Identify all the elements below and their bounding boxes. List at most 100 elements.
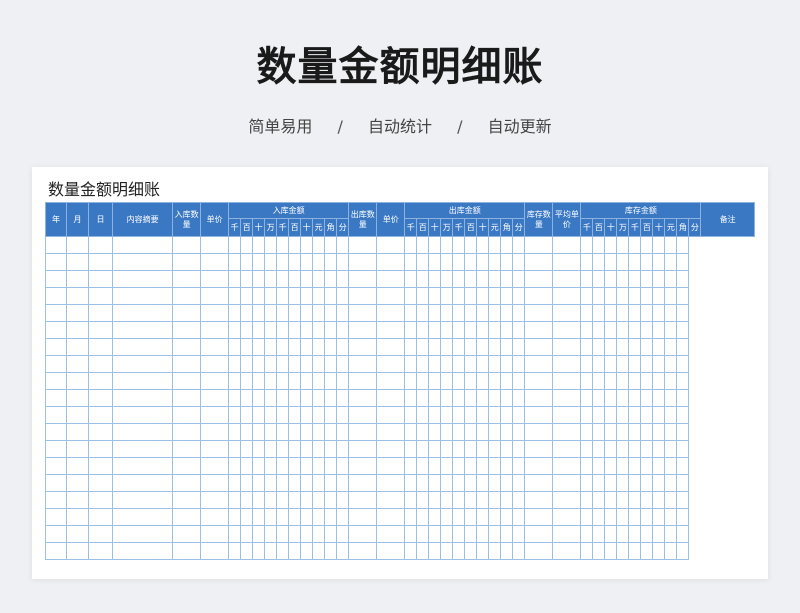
table-cell[interactable] [476, 236, 490, 254]
table-cell[interactable] [66, 542, 90, 560]
table-cell[interactable] [652, 355, 666, 373]
table-cell[interactable] [112, 525, 174, 543]
table-cell[interactable] [300, 236, 314, 254]
table-cell[interactable] [404, 474, 418, 492]
table-cell[interactable] [464, 508, 478, 526]
table-cell[interactable] [228, 355, 242, 373]
table-cell[interactable] [276, 355, 290, 373]
table-cell[interactable] [524, 338, 554, 356]
table-cell[interactable] [336, 474, 350, 492]
table-cell[interactable] [488, 236, 502, 254]
table-cell[interactable] [488, 321, 502, 339]
table-cell[interactable] [628, 236, 642, 254]
table-cell[interactable] [664, 372, 678, 390]
table-cell[interactable] [640, 287, 654, 305]
table-cell[interactable] [676, 270, 690, 288]
table-cell[interactable] [416, 457, 430, 475]
table-cell[interactable] [464, 253, 478, 271]
table-cell[interactable] [664, 474, 678, 492]
table-cell[interactable] [616, 372, 630, 390]
table-cell[interactable] [676, 474, 690, 492]
table-cell[interactable] [336, 542, 350, 560]
table-cell[interactable] [592, 542, 606, 560]
table-cell[interactable] [488, 338, 502, 356]
table-cell[interactable] [228, 304, 242, 322]
table-cell[interactable] [404, 287, 418, 305]
table-cell[interactable] [252, 457, 266, 475]
table-cell[interactable] [524, 304, 554, 322]
table-cell[interactable] [464, 440, 478, 458]
table-cell[interactable] [252, 423, 266, 441]
table-cell[interactable] [264, 457, 278, 475]
table-cell[interactable] [604, 372, 618, 390]
table-cell[interactable] [628, 372, 642, 390]
table-cell[interactable] [264, 406, 278, 424]
table-cell[interactable] [628, 440, 642, 458]
table-cell[interactable] [512, 372, 526, 390]
table-cell[interactable] [524, 406, 554, 424]
table-cell[interactable] [44, 287, 68, 305]
table-cell[interactable] [376, 372, 406, 390]
table-cell[interactable] [488, 508, 502, 526]
table-cell[interactable] [616, 389, 630, 407]
table-cell[interactable] [66, 304, 90, 322]
table-cell[interactable] [676, 440, 690, 458]
table-cell[interactable] [252, 355, 266, 373]
table-cell[interactable] [252, 372, 266, 390]
table-cell[interactable] [376, 287, 406, 305]
table-cell[interactable] [416, 355, 430, 373]
table-cell[interactable] [428, 270, 442, 288]
table-cell[interactable] [240, 236, 254, 254]
table-cell[interactable] [44, 304, 68, 322]
table-cell[interactable] [476, 355, 490, 373]
table-cell[interactable] [592, 253, 606, 271]
table-cell[interactable] [604, 525, 618, 543]
table-cell[interactable] [404, 457, 418, 475]
table-cell[interactable] [552, 440, 582, 458]
table-cell[interactable] [336, 253, 350, 271]
table-cell[interactable] [376, 525, 406, 543]
table-cell[interactable] [616, 253, 630, 271]
table-cell[interactable] [428, 508, 442, 526]
table-cell[interactable] [172, 287, 202, 305]
table-cell[interactable] [488, 372, 502, 390]
table-cell[interactable] [476, 525, 490, 543]
table-cell[interactable] [592, 372, 606, 390]
table-cell[interactable] [452, 372, 466, 390]
table-cell[interactable] [312, 491, 326, 509]
table-cell[interactable] [300, 287, 314, 305]
table-cell[interactable] [66, 423, 90, 441]
table-cell[interactable] [348, 270, 378, 288]
table-cell[interactable] [240, 355, 254, 373]
table-cell[interactable] [428, 389, 442, 407]
table-cell[interactable] [300, 542, 314, 560]
table-cell[interactable] [172, 321, 202, 339]
table-cell[interactable] [416, 474, 430, 492]
table-cell[interactable] [476, 542, 490, 560]
table-cell[interactable] [348, 236, 378, 254]
table-cell[interactable] [300, 457, 314, 475]
table-cell[interactable] [240, 270, 254, 288]
table-cell[interactable] [112, 321, 174, 339]
table-cell[interactable] [312, 338, 326, 356]
table-cell[interactable] [404, 253, 418, 271]
table-cell[interactable] [552, 406, 582, 424]
table-cell[interactable] [592, 423, 606, 441]
table-cell[interactable] [376, 406, 406, 424]
table-cell[interactable] [440, 321, 454, 339]
table-cell[interactable] [240, 542, 254, 560]
table-cell[interactable] [264, 389, 278, 407]
table-cell[interactable] [300, 355, 314, 373]
table-cell[interactable] [676, 525, 690, 543]
table-cell[interactable] [44, 525, 68, 543]
table-cell[interactable] [112, 389, 174, 407]
table-cell[interactable] [336, 406, 350, 424]
table-cell[interactable] [44, 406, 68, 424]
table-cell[interactable] [88, 474, 114, 492]
table-cell[interactable] [336, 440, 350, 458]
table-cell[interactable] [88, 321, 114, 339]
table-cell[interactable] [512, 270, 526, 288]
table-cell[interactable] [592, 525, 606, 543]
table-cell[interactable] [88, 440, 114, 458]
table-cell[interactable] [288, 321, 302, 339]
